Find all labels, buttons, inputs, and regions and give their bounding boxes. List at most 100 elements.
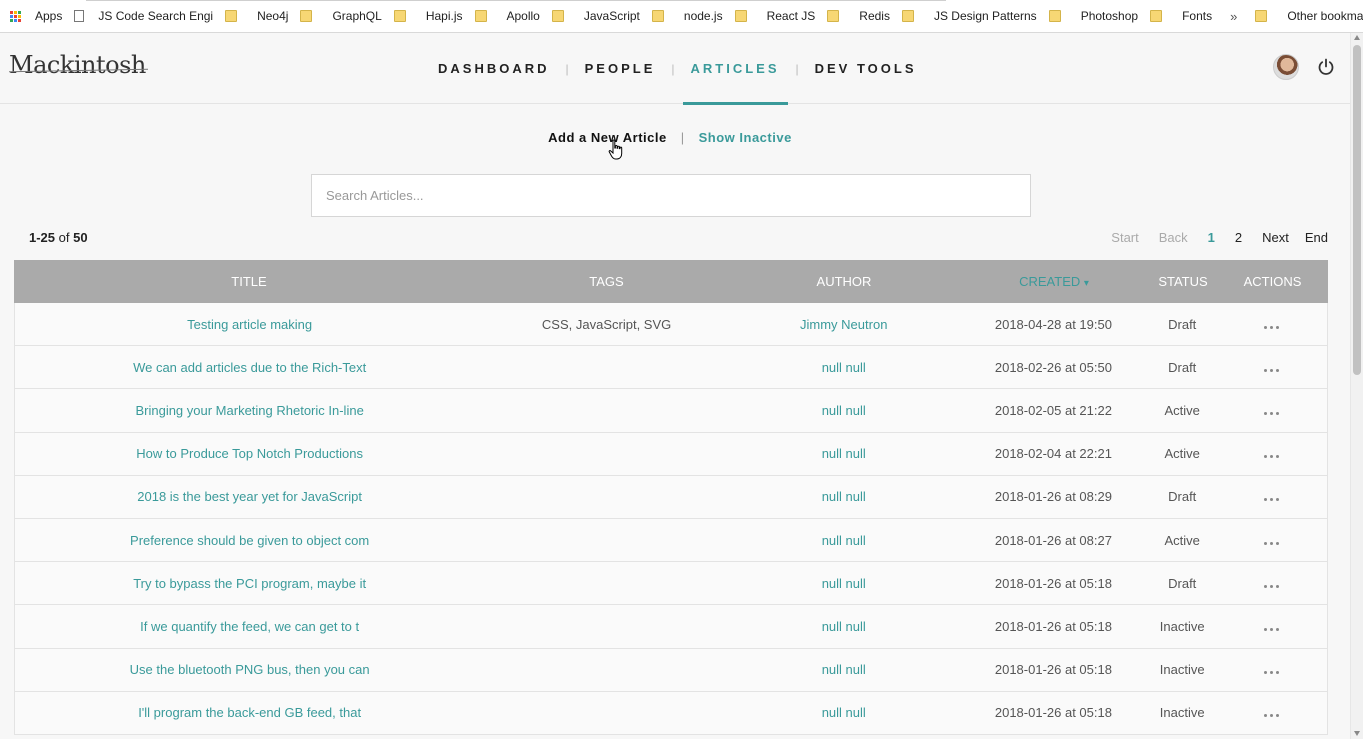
show-inactive-link[interactable]: Show Inactive xyxy=(699,130,792,145)
pagination-start[interactable]: Start xyxy=(1111,230,1138,245)
bookmark-item[interactable]: JS Design Patterns xyxy=(896,4,1043,28)
table-row[interactable]: How to Produce Top Notch Productions null… xyxy=(14,432,1328,476)
cell-title[interactable]: We can add articles due to the Rich-Text xyxy=(15,360,484,375)
pagination-end[interactable]: End xyxy=(1305,230,1328,245)
more-actions-icon[interactable] xyxy=(1264,325,1280,329)
cell-author[interactable]: null null xyxy=(729,619,959,634)
cell-title[interactable]: Bringing your Marketing Rhetoric In-line xyxy=(15,403,484,418)
scroll-thumb[interactable] xyxy=(1353,45,1361,375)
column-created[interactable]: CREATED ▾ xyxy=(959,274,1149,289)
cell-author[interactable]: null null xyxy=(729,446,959,461)
bookmark-item[interactable]: Apollo xyxy=(469,4,546,28)
bookmark-other[interactable]: Other bookmarks xyxy=(1249,4,1363,28)
cell-actions xyxy=(1216,360,1327,375)
pagination-page-1[interactable]: 1 xyxy=(1208,230,1215,245)
bookmark-apps[interactable]: Apps xyxy=(0,4,68,28)
table-row[interactable]: Preference should be given to object com… xyxy=(14,518,1328,563)
user-avatar[interactable] xyxy=(1273,54,1299,80)
nav-tab-dev-tools[interactable]: DEV TOOLS xyxy=(807,33,925,104)
apps-grid-icon xyxy=(10,10,21,22)
cell-title[interactable]: Try to bypass the PCI program, maybe it xyxy=(15,576,484,591)
bookmark-item[interactable]: Fonts xyxy=(1144,4,1218,28)
logo[interactable]: Mackintosh xyxy=(9,51,146,79)
more-actions-icon[interactable] xyxy=(1264,671,1280,675)
nav-tab-people[interactable]: PEOPLE xyxy=(577,33,664,104)
cell-status: Active xyxy=(1164,402,1200,418)
more-actions-icon[interactable] xyxy=(1264,714,1280,718)
cell-title[interactable]: How to Produce Top Notch Productions xyxy=(15,446,484,461)
search-articles-input[interactable] xyxy=(311,174,1031,217)
cell-title[interactable]: Testing article making xyxy=(15,317,484,332)
cell-author[interactable]: null null xyxy=(729,489,959,504)
bookmarks-bar: Apps JS Code Search Engi Neo4j GraphQL Hapi… xyxy=(0,0,1363,33)
bookmark-label: node.js xyxy=(683,9,723,23)
bookmark-item[interactable]: JavaScript xyxy=(546,4,646,28)
cell-author[interactable]: null null xyxy=(729,576,959,591)
pagination-page-2[interactable]: 2 xyxy=(1235,230,1242,245)
more-actions-icon[interactable] xyxy=(1264,498,1280,502)
nav-tab-articles[interactable]: ARTICLES xyxy=(682,33,788,105)
power-icon[interactable] xyxy=(1316,57,1336,77)
cell-created: 2018-01-26 at 08:27 xyxy=(994,532,1112,548)
bookmark-item[interactable]: Redis xyxy=(821,4,896,28)
cell-created: 2018-02-26 at 05:50 xyxy=(994,359,1112,375)
bookmark-item[interactable]: node.js xyxy=(646,4,729,28)
column-tags[interactable]: TAGS xyxy=(484,274,729,289)
table-row[interactable]: I'll program the back-end GB feed, that n… xyxy=(14,691,1328,735)
cell-author[interactable]: null null xyxy=(729,662,959,677)
main-nav: DASHBOARD | PEOPLE | ARTICLES | DEV TOOLS xyxy=(430,33,925,105)
scroll-down-arrow-icon[interactable] xyxy=(1354,731,1360,736)
cell-author[interactable]: Jimmy Neutron xyxy=(729,317,959,332)
cell-author[interactable]: null null xyxy=(729,403,959,418)
folder-icon xyxy=(225,10,238,22)
results-count: 1-25 of 50 xyxy=(29,230,88,245)
sort-desc-icon: ▾ xyxy=(1083,278,1089,289)
bookmark-item[interactable]: JS Code Search Engi xyxy=(68,4,219,28)
cell-title[interactable]: I'll program the back-end GB feed, that xyxy=(15,705,484,720)
pagination-next[interactable]: Next xyxy=(1262,230,1289,245)
bookmark-item[interactable]: React JS xyxy=(729,4,822,28)
scroll-up-arrow-icon[interactable] xyxy=(1354,35,1360,40)
cell-title[interactable]: Preference should be given to object com xyxy=(15,533,484,548)
bookmarks-overflow-button[interactable]: » xyxy=(1218,4,1249,28)
pagination-back[interactable]: Back xyxy=(1159,230,1188,245)
nav-separator: | xyxy=(671,61,675,76)
bookmark-item[interactable]: GraphQL xyxy=(294,4,387,28)
table-row[interactable]: We can add articles due to the Rich-Text… xyxy=(14,346,1328,390)
cell-author[interactable]: null null xyxy=(729,360,959,375)
table-row[interactable]: If we quantify the feed, we can get to t… xyxy=(14,605,1328,649)
results-total: 50 xyxy=(73,230,88,245)
table-row[interactable]: Try to bypass the PCI program, maybe it n… xyxy=(14,562,1328,606)
more-actions-icon[interactable] xyxy=(1264,541,1280,545)
bookmark-item[interactable]: Photoshop xyxy=(1043,4,1144,28)
nav-tab-dashboard[interactable]: DASHBOARD xyxy=(430,33,558,104)
table-row[interactable]: Use the bluetooth PNG bus, then you can n… xyxy=(14,648,1328,692)
bookmark-label: React JS xyxy=(766,9,816,23)
cell-status: Draft xyxy=(1168,316,1197,332)
cell-created: 2018-04-28 at 19:50 xyxy=(994,316,1112,332)
page-scrollbar[interactable] xyxy=(1350,33,1363,739)
tab-edge xyxy=(86,0,946,1)
cell-author[interactable]: null null xyxy=(729,533,959,548)
results-of-label: of xyxy=(58,230,70,245)
cell-actions xyxy=(1216,705,1327,720)
more-actions-icon[interactable] xyxy=(1264,411,1280,415)
cell-actions xyxy=(1216,489,1327,504)
table-row[interactable]: 2018 is the best year yet for JavaScript… xyxy=(14,475,1328,519)
bookmark-item[interactable]: Neo4j xyxy=(219,4,294,28)
column-author[interactable]: AUTHOR xyxy=(729,274,959,289)
bookmark-item[interactable]: Hapi.js xyxy=(388,4,469,28)
cell-title[interactable]: 2018 is the best year yet for JavaScript xyxy=(15,489,484,504)
more-actions-icon[interactable] xyxy=(1264,455,1280,459)
more-actions-icon[interactable] xyxy=(1264,584,1280,588)
cell-author[interactable]: null null xyxy=(729,705,959,720)
more-actions-icon[interactable] xyxy=(1264,368,1280,372)
cell-title[interactable]: Use the bluetooth PNG bus, then you can xyxy=(15,662,484,677)
table-row[interactable]: Bringing your Marketing Rhetoric In-line… xyxy=(14,389,1328,433)
bookmark-label: Fonts xyxy=(1182,9,1213,23)
column-title[interactable]: TITLE xyxy=(14,274,484,289)
table-row[interactable]: Testing article making CSS, JavaScript, S… xyxy=(14,303,1328,347)
cell-title[interactable]: If we quantify the feed, we can get to t xyxy=(15,619,484,634)
more-actions-icon[interactable] xyxy=(1264,627,1280,631)
column-status[interactable]: STATUS xyxy=(1149,274,1217,289)
